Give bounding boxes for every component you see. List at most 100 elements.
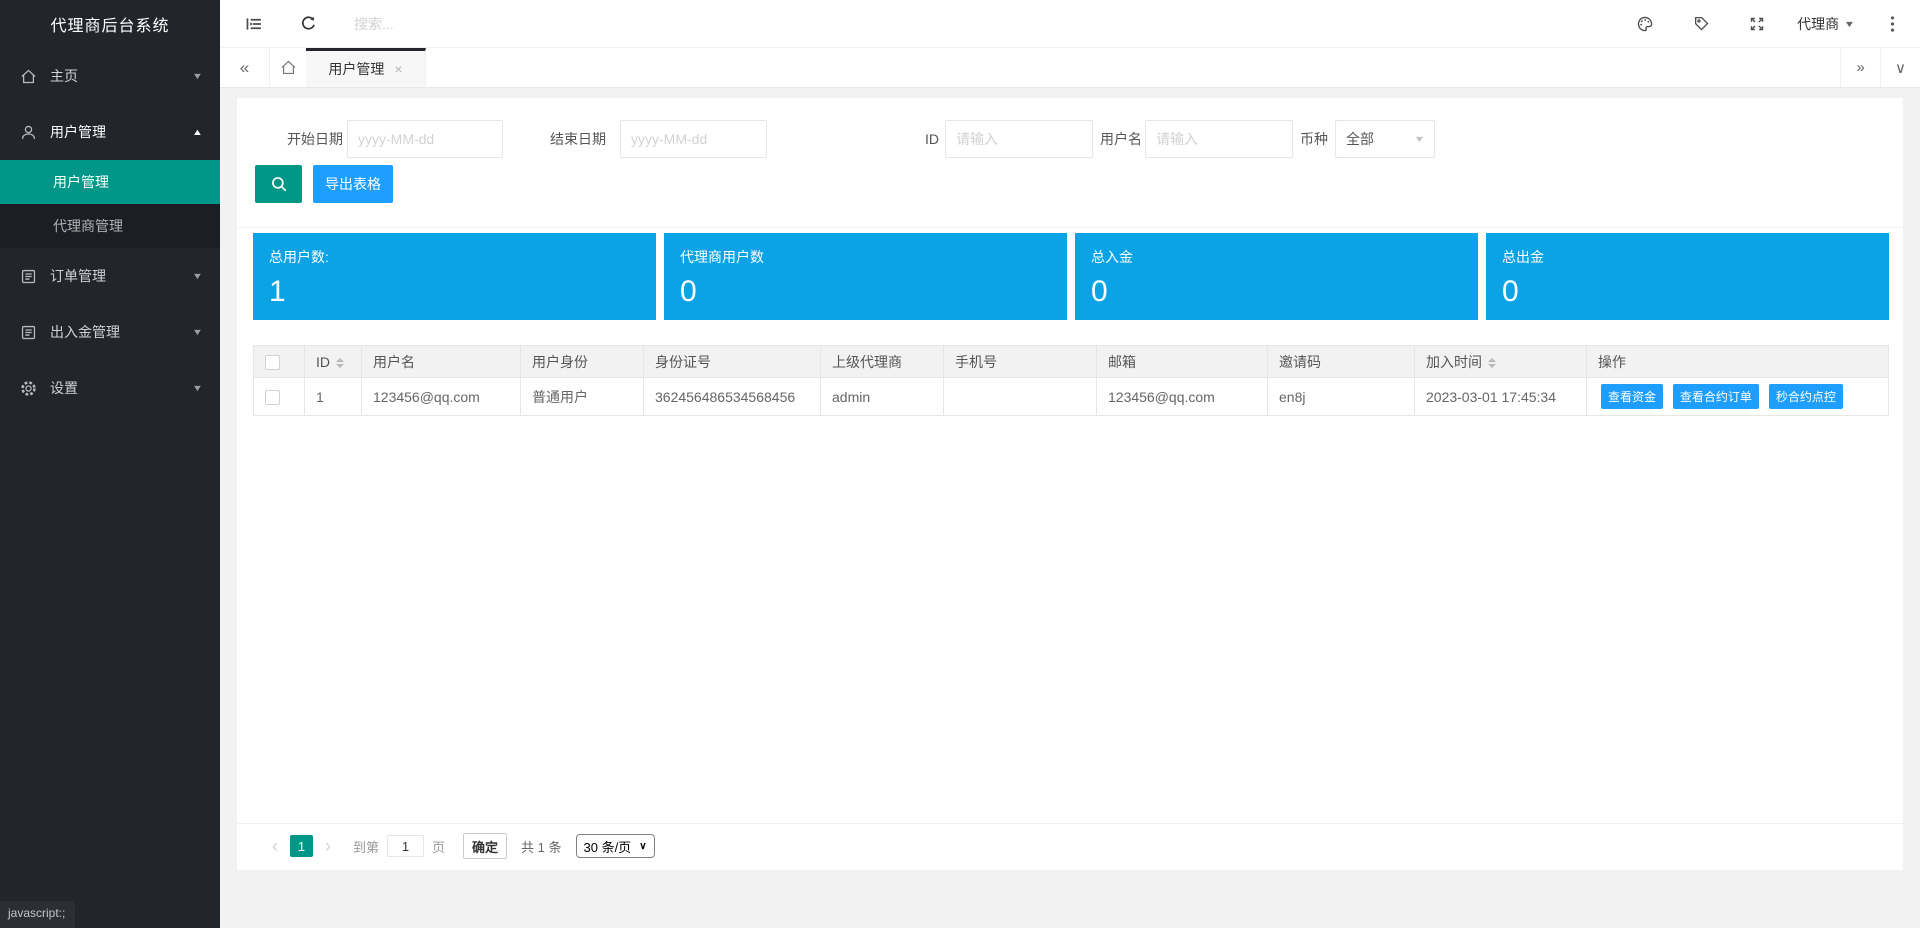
chevron-down-icon: ▼ bbox=[191, 383, 204, 393]
sidebar-item-label: 订单管理 bbox=[50, 268, 106, 284]
stat-value: 0 bbox=[1502, 275, 1519, 308]
more-menu-button[interactable] bbox=[1873, 0, 1911, 48]
refresh-icon bbox=[300, 15, 317, 32]
close-icon[interactable]: × bbox=[394, 61, 402, 77]
tab-home[interactable] bbox=[270, 48, 306, 87]
funds-icon bbox=[20, 324, 37, 341]
search-input[interactable] bbox=[354, 15, 564, 32]
column-header-email: 邮箱 bbox=[1096, 345, 1268, 378]
fullscreen-icon bbox=[1749, 16, 1765, 32]
sidebar-subitem-label: 代理商管理 bbox=[53, 218, 123, 234]
search-button[interactable] bbox=[255, 165, 302, 203]
collapse-sidebar-icon bbox=[245, 15, 263, 33]
column-header-phone: 手机号 bbox=[943, 345, 1097, 378]
stat-label: 总用户数: bbox=[269, 249, 329, 265]
users-table: ID 用户名 用户身份 身份证号 上级代理商 手机号 邮箱 邀请码 加入时间 操… bbox=[253, 345, 1889, 416]
home-icon bbox=[280, 59, 297, 76]
sidebar: 代理商后台系统 主页 ▼ 用户管理 ▲ 用户管理 代理商管理 订单管理 ▼ 出入… bbox=[0, 0, 220, 928]
stat-label: 总入金 bbox=[1091, 249, 1133, 265]
sidebar-item-home[interactable]: 主页 ▼ bbox=[0, 48, 220, 104]
table-row: 1 123456@qq.com 普通用户 362456486534568456 … bbox=[253, 377, 1889, 416]
start-date-input[interactable] bbox=[347, 120, 503, 158]
refresh-button[interactable] bbox=[288, 0, 328, 48]
search-icon bbox=[270, 175, 288, 193]
tabs-scroll-left-button[interactable]: « bbox=[220, 48, 270, 87]
tabs-scroll-right-button[interactable]: » bbox=[1840, 48, 1880, 87]
start-date-label: 开始日期 bbox=[287, 131, 343, 147]
app-title: 代理商后台系统 bbox=[50, 18, 170, 35]
user-menu-dropdown[interactable]: 代理商 ▼ bbox=[1797, 14, 1856, 34]
sidebar-item-settings[interactable]: 设置 ▼ bbox=[0, 360, 220, 416]
sidebar-item-user-management[interactable]: 用户管理 ▲ bbox=[0, 104, 220, 160]
fullscreen-button[interactable] bbox=[1738, 0, 1776, 48]
stat-label: 总出金 bbox=[1502, 249, 1544, 265]
tabs-menu-button[interactable]: ∨ bbox=[1880, 48, 1920, 87]
id-filter-input[interactable] bbox=[945, 120, 1093, 158]
column-header-id[interactable]: ID bbox=[304, 345, 362, 378]
cell-role: 普通用户 bbox=[520, 377, 644, 416]
select-all-checkbox[interactable] bbox=[265, 354, 280, 370]
cell-actions: 查看资金 查看合约订单 秒合约点控 bbox=[1586, 377, 1889, 416]
next-page-button[interactable]: › bbox=[321, 837, 335, 855]
username-filter-label: 用户名 bbox=[1100, 131, 1142, 147]
tag-icon bbox=[1693, 15, 1710, 32]
view-contract-orders-button[interactable]: 查看合约订单 bbox=[1672, 384, 1759, 409]
user-menu-label: 代理商 bbox=[1797, 15, 1840, 32]
vertical-ellipsis-icon bbox=[1890, 15, 1895, 33]
total-count-label: 共 1 条 bbox=[521, 839, 562, 855]
id-filter-label: ID bbox=[925, 131, 939, 147]
chevron-down-icon: ∨ bbox=[639, 840, 647, 852]
page-size-select[interactable]: 30 条/页 ∨ bbox=[575, 834, 655, 858]
username-filter-input[interactable] bbox=[1145, 120, 1293, 158]
order-icon bbox=[20, 268, 37, 285]
sidebar-item-label: 主页 bbox=[50, 68, 78, 84]
sort-icon[interactable] bbox=[336, 357, 344, 368]
stat-card-total-deposit: 总入金 0 bbox=[1075, 233, 1478, 320]
tab-label: 用户管理 bbox=[328, 61, 385, 77]
currency-select[interactable]: 全部 ▼ bbox=[1335, 120, 1435, 158]
stat-label: 代理商用户数 bbox=[680, 249, 764, 265]
chevron-down-icon: ▼ bbox=[191, 327, 204, 337]
sidebar-item-funds-management[interactable]: 出入金管理 ▼ bbox=[0, 304, 220, 360]
chevron-down-icon: ∨ bbox=[1895, 59, 1906, 77]
tab-user-management[interactable]: 用户管理 × bbox=[306, 48, 426, 87]
goto-page-input[interactable] bbox=[387, 835, 425, 857]
stat-card-agent-users: 代理商用户数 0 bbox=[664, 233, 1067, 320]
user-icon bbox=[20, 124, 37, 141]
view-funds-button[interactable]: 查看资金 bbox=[1601, 384, 1664, 409]
second-contract-control-button[interactable]: 秒合约点控 bbox=[1768, 384, 1843, 409]
sidebar-subitem-agent-management[interactable]: 代理商管理 bbox=[0, 204, 220, 248]
column-header-join-time[interactable]: 加入时间 bbox=[1414, 345, 1587, 378]
sort-icon[interactable] bbox=[1488, 357, 1496, 368]
stat-value: 1 bbox=[269, 275, 286, 308]
column-header-parent-agent: 上级代理商 bbox=[820, 345, 944, 378]
export-table-button[interactable]: 导出表格 bbox=[313, 165, 393, 203]
page-unit-label: 页 bbox=[432, 839, 446, 855]
chevron-down-icon: ▼ bbox=[1843, 18, 1856, 29]
main-panel: 开始日期 结束日期 ID 用户名 币种 全部 ▼ 导出表格 总用户数: 1 代理… bbox=[237, 98, 1903, 870]
settings-icon bbox=[20, 380, 37, 397]
sidebar-subitem-user-management[interactable]: 用户管理 bbox=[0, 160, 220, 204]
cell-email: 123456@qq.com bbox=[1096, 377, 1268, 416]
end-date-input[interactable] bbox=[620, 120, 767, 158]
chevron-down-icon: ▼ bbox=[1413, 134, 1426, 144]
row-checkbox[interactable] bbox=[265, 389, 280, 405]
column-header-actions: 操作 bbox=[1586, 345, 1889, 378]
confirm-page-button[interactable]: 确定 bbox=[463, 833, 508, 859]
tag-button[interactable] bbox=[1682, 0, 1720, 48]
end-date-label: 结束日期 bbox=[550, 131, 606, 147]
sidebar-submenu: 用户管理 代理商管理 bbox=[0, 160, 220, 248]
sidebar-item-order-management[interactable]: 订单管理 ▼ bbox=[0, 248, 220, 304]
double-chevron-left-icon: « bbox=[239, 57, 250, 77]
column-header-invite-code: 邀请码 bbox=[1267, 345, 1415, 378]
sidebar-item-label: 设置 bbox=[50, 380, 78, 396]
collapse-sidebar-button[interactable] bbox=[234, 0, 274, 48]
theme-button[interactable] bbox=[1626, 0, 1664, 48]
palette-icon bbox=[1636, 15, 1654, 33]
sidebar-item-label: 出入金管理 bbox=[50, 324, 120, 340]
pagination-bar: ‹ 1 › 到第 页 确定 共 1 条 30 条/页 ∨ bbox=[237, 823, 1903, 859]
cell-parent-agent: admin bbox=[820, 377, 944, 416]
current-page-button[interactable]: 1 bbox=[290, 835, 313, 857]
prev-page-button[interactable]: ‹ bbox=[268, 837, 282, 855]
stat-card-total-users: 总用户数: 1 bbox=[253, 233, 656, 320]
